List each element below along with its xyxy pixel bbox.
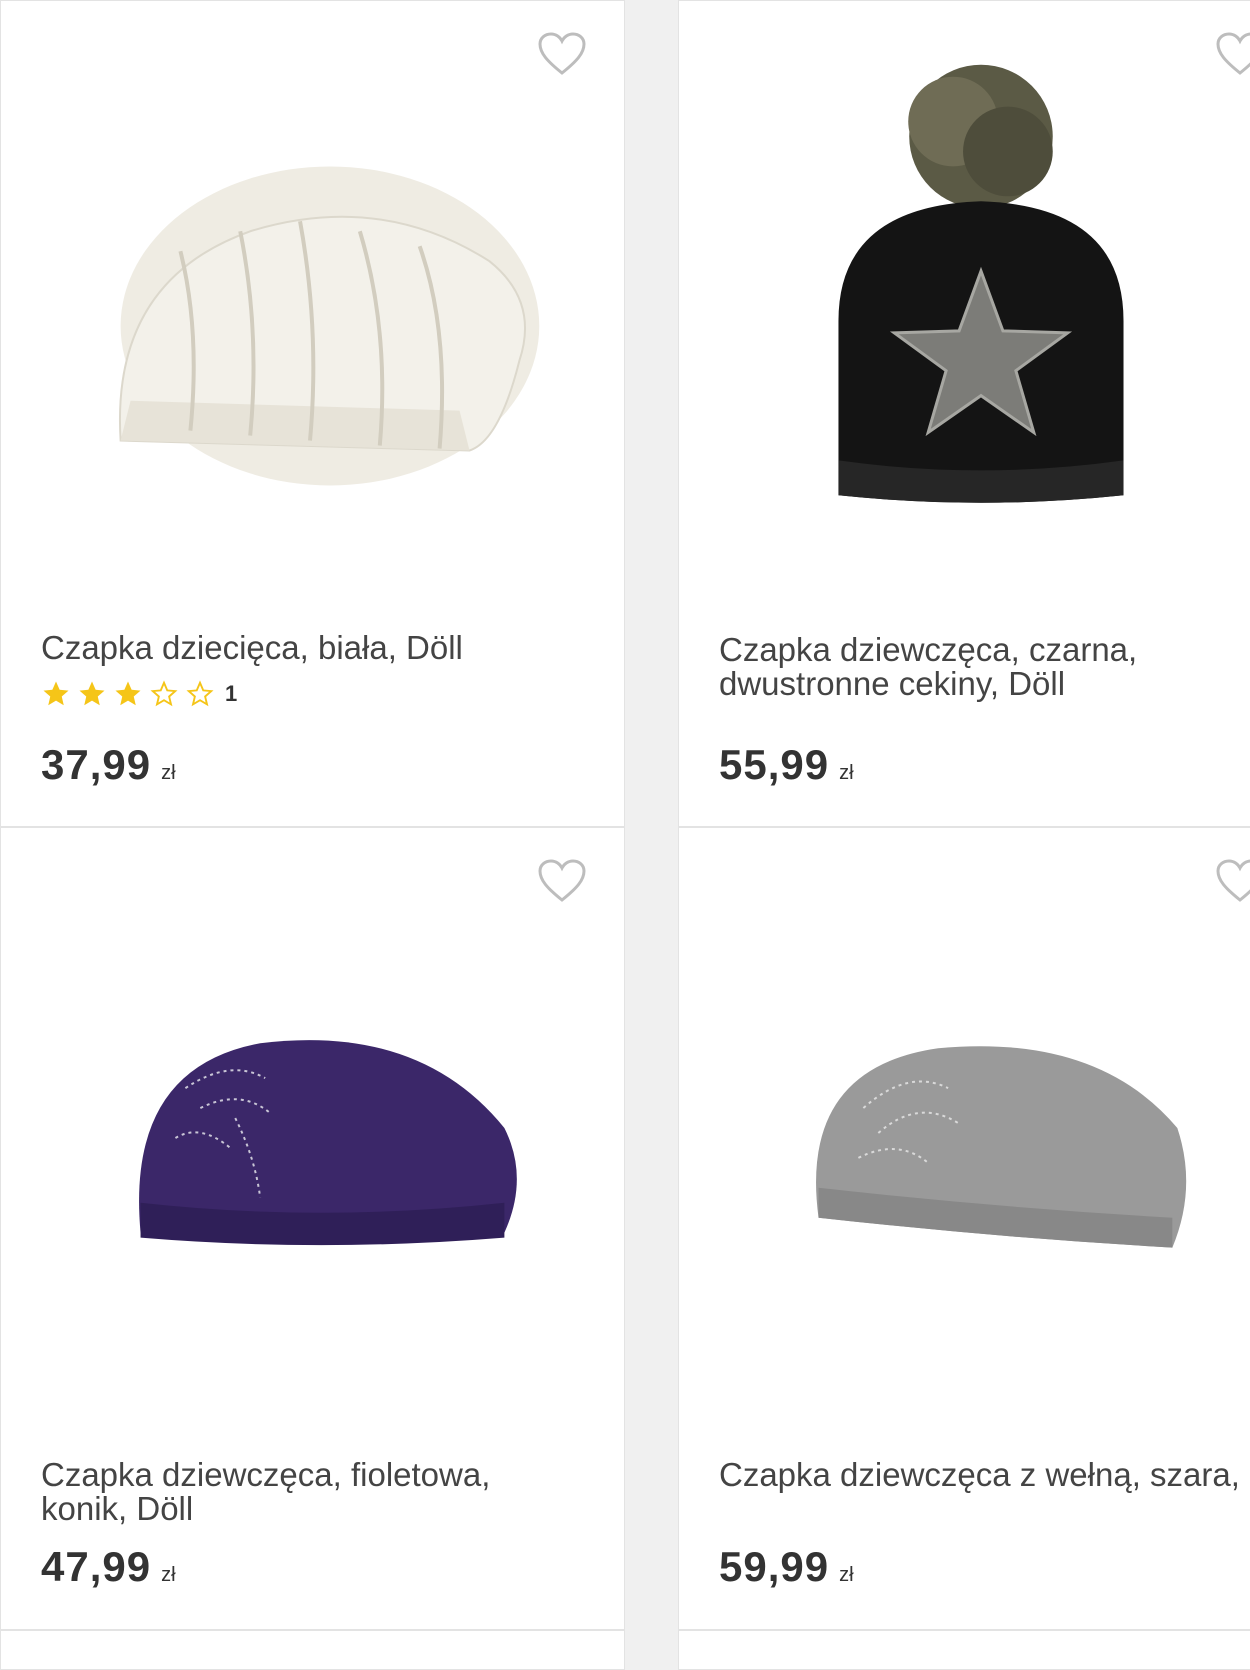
price-value: 59,99 [719,1543,830,1590]
product-price: 47,99 zł [41,1543,176,1591]
price-currency: zł [839,1564,854,1586]
price-value: 47,99 [41,1543,152,1590]
product-image[interactable] [679,948,1250,1308]
product-title[interactable]: Czapka dziecięca, biała, Döll [41,631,604,665]
price-currency: zł [839,762,854,784]
product-title[interactable]: Czapka dziewczęca, fioletowa, konik, Döl… [41,1458,604,1526]
rating-count: 1 [225,681,238,706]
product-card[interactable]: Czapka dziewczęca z wełną, szara, Döll 5… [678,827,1250,1630]
product-price: 55,99 zł [719,741,854,789]
price-value: 37,99 [41,741,152,788]
price-value: 55,99 [719,741,830,788]
product-card-partial[interactable] [0,1630,625,1670]
product-image[interactable] [679,41,1250,531]
product-title[interactable]: Czapka dziewczęca, czarna, dwustronne ce… [719,633,1250,701]
product-rating: 1 [41,679,237,709]
product-grid: Czapka dziecięca, biała, Döll 1 37,99 zł … [0,0,1250,1670]
product-card[interactable]: Czapka dziewczęca, czarna, dwustronne ce… [678,0,1250,827]
star-empty-icon [150,680,178,707]
product-card[interactable]: Czapka dziewczęca, fioletowa, konik, Döl… [0,827,625,1630]
product-image[interactable] [1,111,624,511]
product-price: 59,99 zł [719,1543,854,1591]
product-card-partial[interactable] [678,1630,1250,1670]
heart-outline-icon[interactable] [1215,858,1250,904]
price-currency: zł [161,762,176,784]
heart-outline-icon[interactable] [537,858,587,904]
product-image[interactable] [1,948,624,1308]
product-title[interactable]: Czapka dziewczęca z wełną, szara, Döll [719,1458,1250,1492]
price-currency: zł [161,1564,176,1586]
heart-outline-icon[interactable] [537,31,587,77]
star-empty-icon [186,680,214,707]
star-filled-icon [43,681,69,706]
star-filled-icon [115,681,141,706]
product-card[interactable]: Czapka dziecięca, biała, Döll 1 37,99 zł [0,0,625,827]
product-price: 37,99 zł [41,741,176,789]
star-filled-icon [79,681,105,706]
